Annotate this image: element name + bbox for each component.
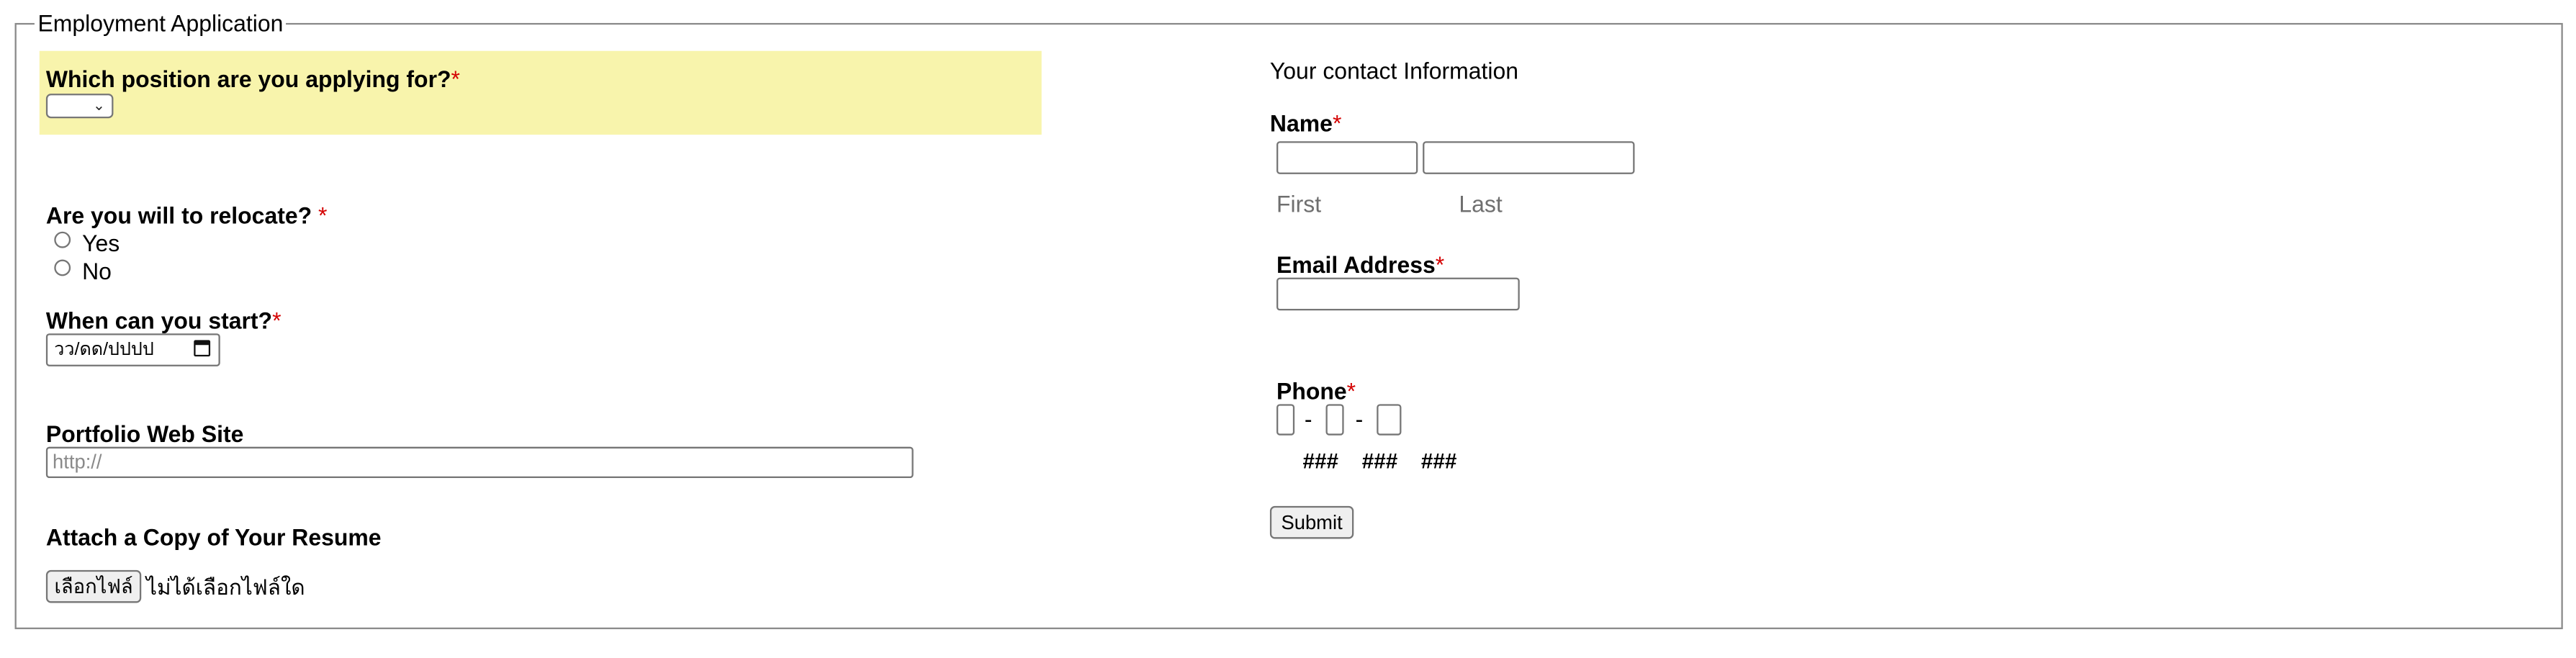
position-label: Which position are you applying for?* (46, 66, 460, 92)
portfolio-label: Portfolio Web Site (45, 420, 244, 447)
start-date-label: When can you start?* (46, 307, 282, 334)
file-status-text: ไม่ได้เลือกไฟล์ใด (146, 574, 305, 600)
last-name-caption: Last (1459, 190, 1503, 217)
relocate-yes-label: Yes (82, 230, 120, 256)
calendar-icon[interactable] (194, 340, 211, 357)
phone-separator: - (1355, 405, 1364, 433)
application-page: Employment Application Which position ar… (0, 0, 2576, 657)
phone-line-input[interactable] (1377, 404, 1402, 436)
position-label-text: Which position are you applying for? (45, 66, 451, 92)
start-date-placeholder: วว/ดด/ปปปป (54, 340, 154, 360)
email-input[interactable] (1276, 277, 1520, 311)
phone-prefix-input[interactable] (1325, 404, 1344, 436)
first-name-caption: First (1276, 190, 1322, 217)
required-marker: * (318, 202, 328, 229)
relocate-label-text: Are you will to relocate? (45, 202, 312, 229)
phone-hint: ### (1361, 448, 1398, 474)
relocate-no-label: No (82, 258, 112, 284)
chevron-down-icon: ⌄ (92, 96, 106, 114)
choose-file-button[interactable]: เลือกไฟล์ (45, 569, 142, 603)
fieldset-legend: Employment Application (34, 9, 287, 37)
phone-separator: - (1304, 405, 1312, 433)
start-date-label-text: When can you start? (45, 307, 273, 334)
submit-button[interactable]: Submit (1269, 505, 1354, 539)
relocate-yes-radio[interactable] (54, 231, 71, 248)
phone-hint: ### (1420, 448, 1457, 474)
relocate-no-radio[interactable] (54, 259, 71, 276)
required-marker: * (451, 66, 460, 92)
position-select[interactable]: ⌄ (45, 94, 114, 119)
contact-heading: Your contact Information (1269, 57, 1519, 84)
phone-label: Phone* (1276, 378, 1356, 405)
last-name-input[interactable] (1423, 141, 1635, 174)
resume-label: Attach a Copy of Your Resume (45, 523, 382, 551)
relocate-label: Are you will to relocate? * (46, 202, 328, 229)
required-marker: * (1435, 251, 1445, 278)
email-label: Email Address* (1276, 251, 1444, 278)
name-label: Name* (1270, 110, 1341, 137)
phone-area-input[interactable] (1276, 404, 1295, 436)
first-name-input[interactable] (1276, 141, 1418, 174)
required-marker: * (1332, 109, 1342, 137)
required-marker: * (1346, 377, 1356, 405)
phone-label-text: Phone (1276, 377, 1347, 405)
required-marker: * (272, 307, 282, 334)
name-label-text: Name (1269, 109, 1333, 137)
email-label-text: Email Address (1276, 251, 1436, 278)
phone-hint: ### (1302, 448, 1339, 474)
start-date-input[interactable]: วว/ดด/ปปปป (45, 333, 220, 366)
position-highlight (39, 50, 1042, 135)
portfolio-url-input[interactable]: http:// (45, 446, 914, 479)
